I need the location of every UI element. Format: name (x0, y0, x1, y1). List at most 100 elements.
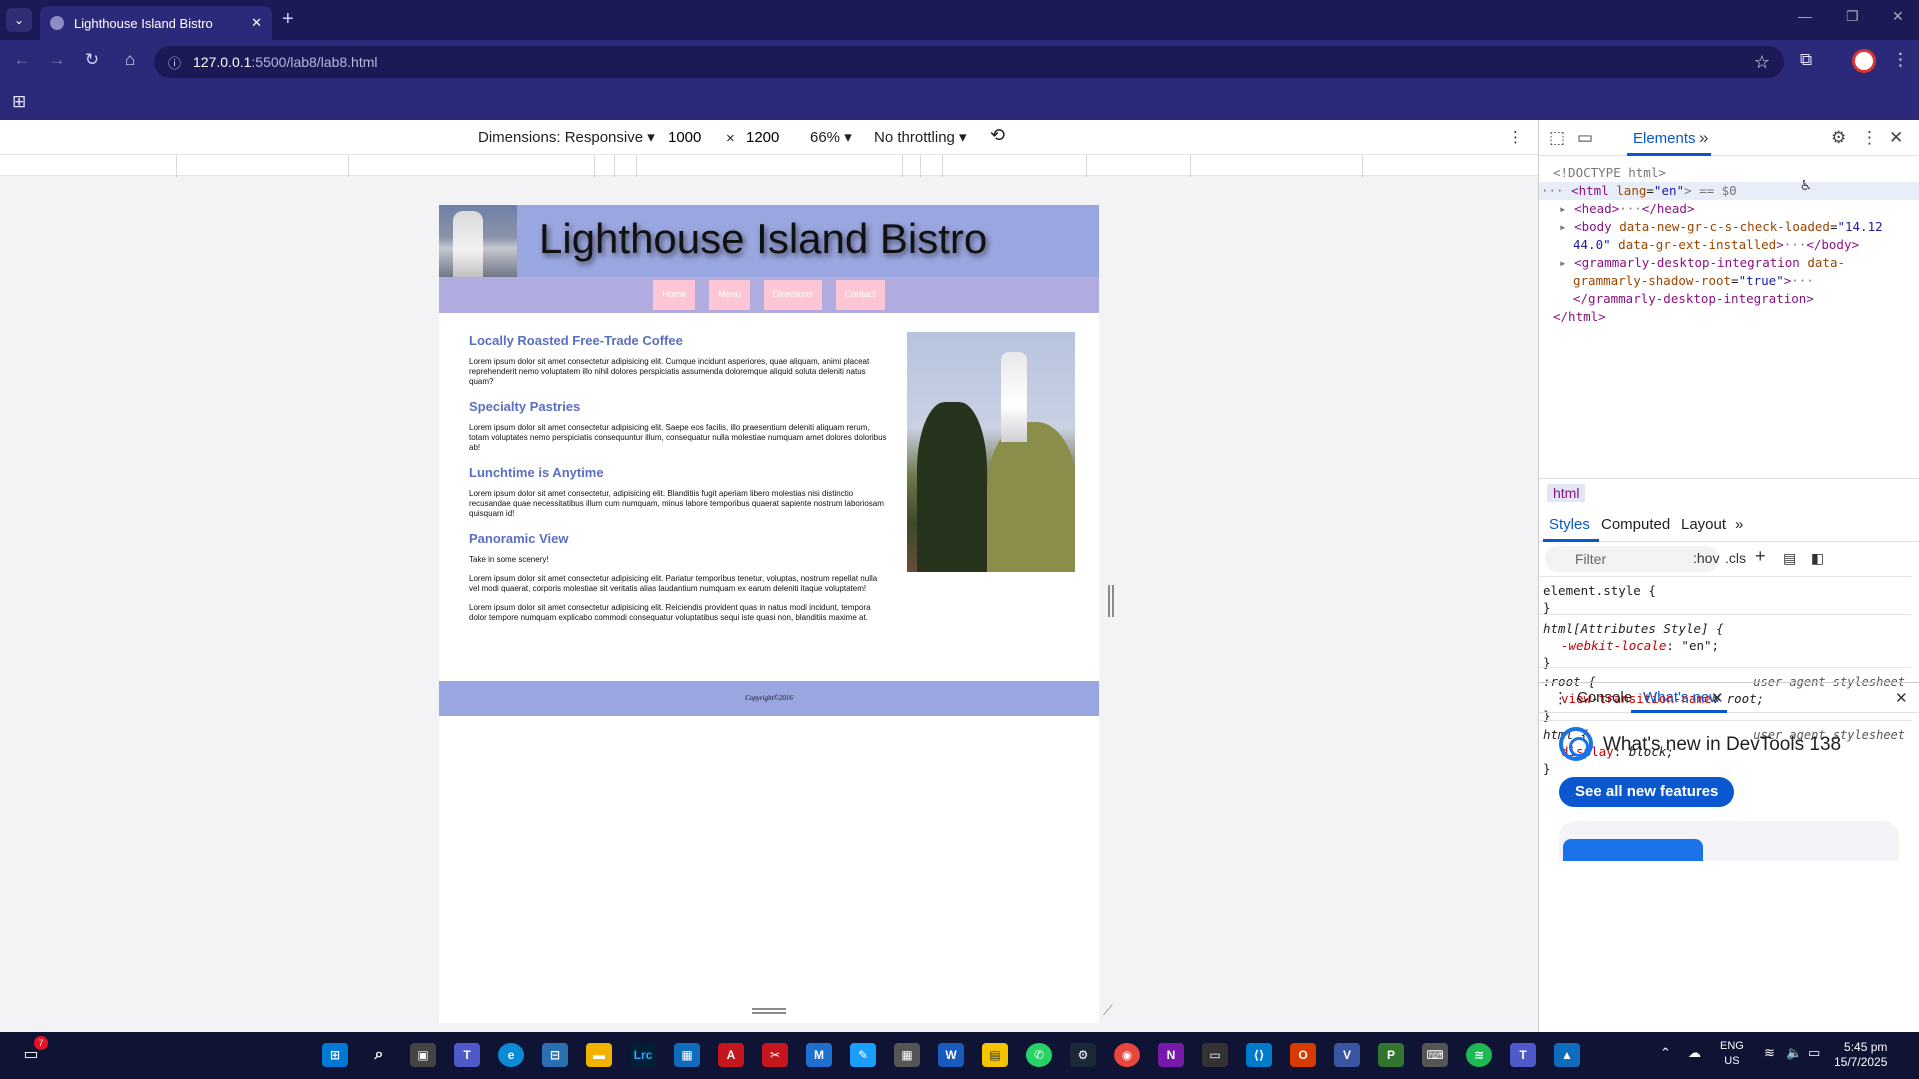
dom-html-node[interactable]: ··· <html lang="en"> == $0 (1539, 182, 1919, 200)
battery-icon[interactable]: ▭ (1808, 1045, 1820, 1061)
extensions-icon[interactable]: ⧉ (1800, 50, 1812, 70)
store-icon[interactable]: ⊟ (542, 1043, 568, 1067)
dom-html-close[interactable]: </html> (1553, 308, 1606, 326)
height-input[interactable] (742, 125, 812, 149)
hov-button[interactable]: :hov (1693, 550, 1719, 566)
throttling-select[interactable]: No throttling ▾ (874, 128, 967, 146)
minimize-icon[interactable]: — (1798, 8, 1812, 24)
lightroom-icon[interactable]: Lrc (630, 1043, 656, 1067)
home-icon[interactable]: ⌂ (118, 50, 142, 70)
new-rule-icon[interactable]: + (1755, 546, 1766, 567)
terminal-icon[interactable]: ▭ (1202, 1043, 1228, 1067)
language-indicator[interactable]: ENG US (1720, 1039, 1744, 1069)
snipping-icon[interactable]: ✂ (762, 1043, 788, 1067)
device-toggle-icon[interactable]: ▭ (1577, 128, 1593, 148)
reload-icon[interactable]: ↻ (80, 50, 104, 70)
site-info-icon[interactable]: ⓘ (168, 53, 181, 72)
breadcrumb-html[interactable]: html (1547, 484, 1586, 502)
dom-body-node[interactable]: ▸ <body data-new-gr-c-s-check-loaded="14… (1559, 218, 1883, 236)
volume-icon[interactable]: 🔈 (1786, 1045, 1802, 1061)
acrobat-icon[interactable]: A (718, 1043, 744, 1067)
start-icon[interactable]: ⊞ (322, 1043, 348, 1067)
typing-icon[interactable]: ⌨ (1422, 1043, 1448, 1067)
office-icon[interactable]: O (1290, 1043, 1316, 1067)
dom-grammarly-close[interactable]: </grammarly-desktop-integration> (1573, 290, 1814, 308)
browser-menu-icon[interactable]: ⋮ (1892, 50, 1909, 70)
zoom-select[interactable]: 66% ▾ (810, 128, 852, 146)
rotate-icon[interactable]: ⟲ (990, 125, 1005, 146)
wifi-icon[interactable]: ≋ (1764, 1045, 1775, 1061)
drawer-more-icon[interactable]: ⋮ (1553, 689, 1568, 707)
address-bar[interactable]: ⓘ 127.0.0.1 :5500/lab8/lab8.html ☆ (154, 46, 1784, 78)
search-icon[interactable]: ⌕ (366, 1043, 392, 1067)
dom-body-node-cont[interactable]: 44.0" data-gr-ext-installed>···</body> (1573, 236, 1859, 254)
tab-elements[interactable]: Elements (1633, 130, 1696, 147)
profile-avatar[interactable] (1852, 49, 1876, 73)
m365-icon[interactable]: M (806, 1043, 832, 1067)
width-input[interactable] (664, 125, 734, 149)
resize-handle-corner[interactable]: ⟋ (1103, 1002, 1113, 1019)
project-icon[interactable]: P (1378, 1043, 1404, 1067)
tray-overflow-icon[interactable]: ⌃ (1660, 1045, 1671, 1061)
forward-icon[interactable]: → (45, 50, 69, 70)
onenote-icon[interactable]: N (1158, 1043, 1184, 1067)
task-view-icon[interactable]: ▣ (410, 1043, 436, 1067)
whatsapp-icon[interactable]: ✆ (1026, 1043, 1052, 1067)
cls-button[interactable]: .cls (1725, 550, 1746, 566)
dom-head-node[interactable]: ▸ <head>···</head> (1559, 200, 1694, 218)
sticky-notes-icon[interactable]: ▤ (982, 1043, 1008, 1067)
teams-personal-icon[interactable]: T (1510, 1043, 1536, 1067)
media-query-ruler[interactable] (0, 154, 1538, 177)
more-tabs-icon[interactable]: » (1699, 128, 1708, 148)
dimensions-select[interactable]: Dimensions: Responsive ▾ (478, 128, 655, 146)
nav-menu[interactable]: Menu (709, 280, 750, 310)
new-tab-button[interactable]: + (282, 8, 294, 31)
calculator-icon[interactable]: ▦ (894, 1043, 920, 1067)
edge-icon[interactable]: e (498, 1043, 524, 1067)
sidebar-toggle-icon[interactable]: ◧ (1811, 550, 1824, 567)
settings-gear-icon[interactable]: ⚙ (1831, 128, 1846, 148)
tab-styles[interactable]: Styles (1549, 516, 1590, 533)
onedrive-icon[interactable]: ☁ (1688, 1045, 1701, 1061)
dom-grammarly-node-cont[interactable]: grammarly-shadow-root="true">··· (1573, 272, 1814, 290)
restore-icon[interactable]: ❐ (1846, 8, 1859, 25)
devtools-close-icon[interactable]: ✕ (1889, 128, 1903, 148)
dom-doctype[interactable]: <!DOCTYPE html> (1553, 164, 1666, 182)
file-explorer-icon[interactable]: ▬ (586, 1043, 612, 1067)
teams-icon[interactable]: T (454, 1043, 480, 1067)
calendar-icon[interactable]: ▦ (674, 1043, 700, 1067)
more-style-tabs-icon[interactable]: » (1735, 516, 1743, 533)
chrome-icon[interactable]: ◉ (1114, 1043, 1140, 1067)
apps-grid-icon[interactable]: ⊞ (12, 92, 26, 112)
tab-computed[interactable]: Computed (1601, 516, 1670, 533)
vscode-icon[interactable]: ⟨⟩ (1246, 1043, 1272, 1067)
tab-console[interactable]: Console (1577, 689, 1632, 706)
accessibility-icon[interactable]: ♿ (1801, 176, 1811, 194)
visio-icon[interactable]: V (1334, 1043, 1360, 1067)
device-more-icon[interactable]: ⋮ (1508, 128, 1523, 146)
dom-grammarly-node[interactable]: ▸ <grammarly-desktop-integration data- (1559, 254, 1845, 272)
bookmark-star-icon[interactable]: ☆ (1754, 52, 1770, 73)
tab-search-button[interactable]: ⌄ (6, 8, 32, 32)
tab-close-icon[interactable]: ✕ (251, 15, 262, 31)
steam-icon[interactable]: ⚙ (1070, 1043, 1096, 1067)
nav-directions[interactable]: Directions (763, 280, 822, 310)
photos-icon[interactable]: ▲ (1554, 1043, 1580, 1067)
whats-new-close-icon[interactable]: ✕ (1711, 689, 1724, 707)
devtools-more-icon[interactable]: ⋮ (1861, 128, 1878, 148)
tab-layout[interactable]: Layout (1681, 516, 1726, 533)
resize-handle-bottom[interactable] (752, 1008, 786, 1014)
nav-contact[interactable]: Contact (835, 280, 885, 310)
word-icon[interactable]: W (938, 1043, 964, 1067)
whats-new-card[interactable] (1559, 821, 1899, 861)
inspect-element-icon[interactable]: ⬚ (1549, 128, 1565, 148)
paint-icon[interactable]: ▤ (1783, 550, 1796, 567)
browser-tab-active[interactable]: Lighthouse Island Bistro ✕ (40, 6, 272, 40)
resize-handle-right[interactable] (1108, 585, 1114, 617)
tab-whats-new[interactable]: What's new (1643, 689, 1720, 706)
spotify-icon[interactable]: ≋ (1466, 1043, 1492, 1067)
drawer-close-icon[interactable]: ✕ (1895, 689, 1908, 707)
tool-icon[interactable]: ✎ (850, 1043, 876, 1067)
nav-home[interactable]: Home (653, 280, 696, 310)
close-window-icon[interactable]: ✕ (1892, 8, 1904, 25)
